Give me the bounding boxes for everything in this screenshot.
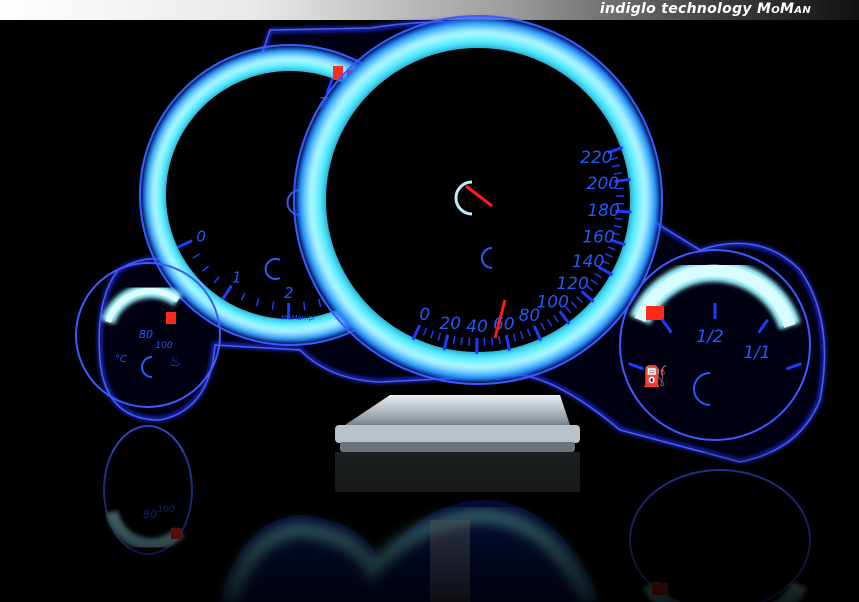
tachometer-logo: MoMan.pl bbox=[281, 314, 315, 322]
speedometer-minor-tick bbox=[468, 337, 471, 346]
instrument-cluster-photo: 01234567 MoMan.pl 0204060801001201401601… bbox=[0, 15, 859, 602]
tachometer-label-0: 0 bbox=[196, 228, 206, 246]
speedometer-label-200: 200 bbox=[587, 174, 619, 194]
speedometer-label-40: 40 bbox=[466, 317, 488, 337]
speedometer-label-100: 100 bbox=[536, 292, 568, 312]
speedometer-label-220: 220 bbox=[580, 148, 612, 168]
tachometer-label-1: 1 bbox=[232, 269, 242, 287]
temp-label-100: 100 bbox=[155, 341, 172, 351]
speedometer-label-0: 0 bbox=[419, 305, 430, 325]
fuel-reserve-marker bbox=[646, 306, 664, 320]
tachometer-label-2: 2 bbox=[284, 284, 294, 302]
fuel-pump-icon: ⛽ bbox=[643, 364, 668, 388]
speedometer-minor-tick bbox=[460, 337, 463, 346]
tachometer-minor-tick bbox=[303, 302, 306, 311]
temp-label-80: 80 bbox=[139, 328, 153, 341]
speedometer-minor-tick bbox=[490, 337, 494, 346]
temp-unit: °C bbox=[115, 354, 127, 365]
speedometer-label-140: 140 bbox=[572, 252, 604, 272]
speedometer-label-20: 20 bbox=[439, 314, 461, 334]
temp-warning-marker bbox=[166, 312, 176, 324]
reflection: 80 100 bbox=[0, 425, 859, 602]
speedometer-label-180: 180 bbox=[587, 201, 619, 221]
speedometer-label-120: 120 bbox=[556, 274, 588, 294]
fuel-label-half: 1/2 bbox=[696, 327, 723, 347]
coolant-icon: ♨ bbox=[169, 355, 181, 370]
speedometer-label-160: 160 bbox=[582, 227, 614, 247]
fuel-label-full: 1/1 bbox=[743, 343, 770, 363]
